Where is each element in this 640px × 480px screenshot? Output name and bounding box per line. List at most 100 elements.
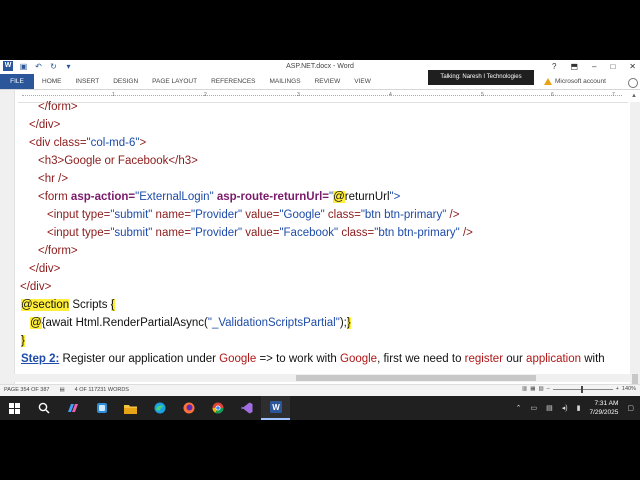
code-line: @{await Html.RenderPartialAsync("_Valida… [30, 314, 351, 332]
chevron-up-icon[interactable]: ⌃ [516, 404, 522, 412]
windows-taskbar: W ⌃ ▭ ▤ ◂) ▮ 7:31 AM 7/29/2025 ▢ [0, 396, 640, 420]
tab-design[interactable]: DESIGN [113, 74, 138, 89]
system-tray: ⌃ ▭ ▤ ◂) ▮ 7:31 AM 7/29/2025 ▢ [516, 396, 634, 420]
tab-references[interactable]: REFERENCES [211, 74, 255, 89]
code-line: </div> [20, 278, 51, 296]
tab-page-layout[interactable]: PAGE LAYOUT [152, 74, 197, 89]
code-line: </form> [38, 242, 78, 260]
code-line: <h3>Google or Facebook</h3> [38, 152, 198, 170]
firefox-icon[interactable] [174, 396, 203, 420]
network-icon[interactable]: ▤ [546, 404, 553, 412]
code-text: /> [446, 209, 460, 221]
status-bar: PAGE 354 OF 387 ▤ 4 OF 117231 WORDS ▥ ▦ … [0, 384, 640, 396]
code-string: "Provider" [191, 227, 243, 239]
account-label: Microsoft account [555, 78, 606, 85]
search-icon[interactable] [29, 396, 58, 420]
ribbon-tabs: FILE HOME INSERT DESIGN PAGE LAYOUT REFE… [0, 70, 640, 90]
zoom-level[interactable]: 140% [622, 386, 636, 392]
code-text: > [139, 137, 147, 149]
code-attr: asp-action= [70, 191, 136, 203]
notification-icon[interactable]: ▢ [627, 404, 634, 412]
code-string: "Provider" [191, 209, 243, 221]
code-attr: class= [338, 227, 375, 239]
vertical-scrollbar[interactable] [630, 102, 640, 404]
read-mode-icon[interactable]: ▥ [522, 386, 527, 392]
tab-insert[interactable]: INSERT [76, 74, 100, 89]
code-line: @section Scripts { [21, 296, 115, 314]
horizontal-scrollbar[interactable] [0, 374, 630, 382]
code-attr: class= [53, 137, 87, 149]
code-string: "col-md-6" [86, 137, 140, 149]
horizontal-scroll-thumb[interactable] [296, 375, 536, 381]
vertical-scroll-thumb[interactable] [632, 374, 638, 384]
zoom-out-icon[interactable]: – [547, 386, 550, 392]
document-body[interactable]: </form> </div> <div class="col-md-6"> <h… [20, 98, 630, 404]
step-text: with [581, 353, 605, 365]
ribbon-display-icon[interactable]: ⬒ [570, 62, 578, 71]
zoom-slider[interactable] [552, 385, 613, 393]
code-attr: name= [152, 227, 192, 239]
step-keyword: application [526, 353, 582, 365]
code-attr: value= [242, 227, 280, 239]
close-icon[interactable]: ✕ [629, 62, 636, 71]
code-text: ); [339, 317, 347, 329]
edge-icon[interactable] [145, 396, 174, 420]
code-string: "submit" [110, 227, 153, 239]
proofing-icon[interactable]: ▤ [59, 387, 64, 393]
file-explorer-icon[interactable] [116, 396, 145, 420]
code-text: <h3>Google or Facebook</h3> [38, 155, 198, 167]
maximize-icon[interactable]: □ [610, 62, 615, 71]
code-brace: { [110, 299, 115, 311]
talking-banner: Talking: Naresh I Technologies [428, 70, 534, 85]
page-count[interactable]: PAGE 354 OF 387 [4, 387, 49, 393]
start-icon[interactable] [0, 396, 29, 420]
code-string: "ExternalLogin" [135, 191, 214, 203]
volume-icon[interactable]: ◂) [562, 404, 568, 412]
word-count[interactable]: 4 OF 117231 WORDS [75, 387, 129, 393]
tab-home[interactable]: HOME [42, 74, 62, 89]
code-text: <input [47, 209, 82, 221]
code-line: } [21, 332, 25, 350]
battery-icon[interactable]: ▮ [577, 404, 581, 412]
razor-at-symbol: @ [30, 317, 42, 329]
print-layout-icon[interactable]: ▦ [530, 386, 535, 392]
code-text: Scripts [69, 299, 111, 311]
tab-review[interactable]: REVIEW [315, 74, 341, 89]
code-attr: asp-route-returnUrl= [213, 191, 329, 203]
account-button[interactable]: Microsoft account [544, 74, 606, 89]
code-text: <div [29, 137, 54, 149]
step-keyword: Google [219, 353, 257, 365]
tablet-icon[interactable]: ▭ [530, 404, 537, 412]
help-icon[interactable]: ? [552, 62, 556, 71]
code-attr: type= [81, 209, 111, 221]
visual-studio-icon[interactable] [232, 396, 261, 420]
code-attr: name= [152, 209, 192, 221]
tab-view[interactable]: VIEW [354, 74, 371, 89]
scroll-up-arrow-icon[interactable]: ▲ [630, 93, 638, 101]
code-line: <div class="col-md-6"> [29, 134, 146, 152]
copilot-icon[interactable] [58, 396, 87, 420]
code-attr: type= [81, 227, 111, 239]
zoom-knob[interactable] [580, 385, 583, 393]
window-controls: ? ⬒ – □ ✕ [552, 62, 636, 71]
clock[interactable]: 7:31 AM 7/29/2025 [589, 399, 618, 417]
web-layout-icon[interactable]: ▧ [538, 386, 543, 392]
widgets-icon[interactable] [87, 396, 116, 420]
code-string: "_ValidationScriptsPartial" [207, 317, 340, 329]
zoom-in-icon[interactable]: + [616, 386, 619, 392]
code-brace: } [21, 335, 25, 347]
smiley-feedback-icon[interactable] [628, 78, 638, 88]
tab-mailings[interactable]: MAILINGS [270, 74, 301, 89]
file-tab[interactable]: FILE [0, 74, 34, 89]
chrome-icon[interactable] [203, 396, 232, 420]
step-keyword: register [464, 353, 504, 365]
code-text: </div> [29, 119, 61, 131]
code-line: <hr /> [38, 170, 68, 188]
zoom-controls: ▥ ▦ ▧ – + 140% [522, 385, 636, 393]
minimize-icon[interactable]: – [592, 62, 596, 71]
code-text: /> [459, 227, 473, 239]
left-margin-bar [0, 90, 15, 420]
razor-section-keyword: @section [21, 299, 70, 311]
step-text: , first we need to [377, 353, 465, 365]
word-taskbar-icon[interactable]: W [261, 396, 290, 420]
